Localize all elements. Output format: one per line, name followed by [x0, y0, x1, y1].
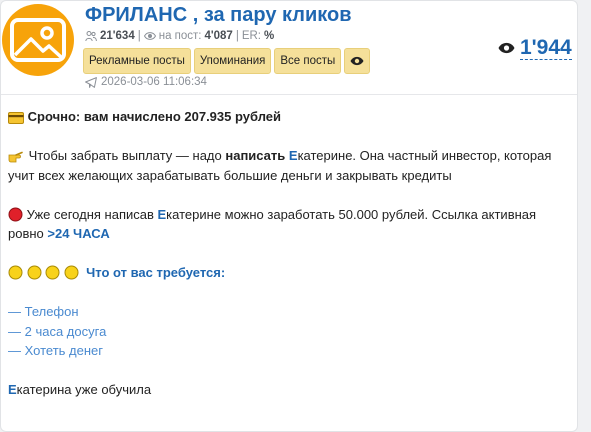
post-date: 2026-03-06 11:06:34 [85, 76, 207, 88]
red-circle-emoji [8, 207, 23, 221]
mentions-button[interactable]: Упоминания [193, 48, 272, 74]
post-views-count[interactable]: 1'944 [520, 36, 572, 60]
post-card: ФРИЛАНС , за пару кликов 21'634 | на пос… [0, 0, 578, 432]
channel-avatar[interactable] [2, 4, 74, 76]
channel-title[interactable]: ФРИЛАНС , за пару кликов [85, 4, 352, 27]
pointing-hand-emoji [8, 151, 23, 163]
divider [1, 94, 577, 95]
eye-icon [498, 42, 515, 54]
eye-icon [350, 56, 364, 66]
subscribers-count: 21'634 [100, 30, 135, 42]
yellow-circle-emoji [64, 265, 79, 280]
post-text: Срочно: вам начислено 207.935 рублей Что… [8, 107, 560, 400]
views-filter-button[interactable] [344, 48, 371, 74]
ads-posts-button[interactable]: Рекламные посты [83, 48, 191, 74]
post-date-text: 2026-03-06 11:06:34 [101, 76, 207, 88]
yellow-circle-emoji [27, 265, 42, 280]
deadline-highlight: >24 ЧАСА [47, 226, 110, 241]
post-filter-buttons: Рекламные посты Упоминания Все посты [83, 48, 371, 74]
post-paragraph-3: Уже сегодня написав Екатерине можно зара… [8, 206, 537, 242]
all-posts-button[interactable]: Все посты [274, 48, 342, 74]
list-item[interactable]: — 2 часа досуга [8, 322, 560, 342]
yellow-circle-emoji [8, 265, 23, 280]
channel-stats: 21'634 | на пост: 4'087 | ER: % [85, 30, 274, 42]
list-item[interactable]: — Телефон [8, 302, 560, 322]
mountain-sun-icon [10, 18, 66, 62]
requirements-heading: Что от вас требуется: [86, 265, 226, 280]
post-paragraph-2: Чтобы забрать выплату — надо написать Ек… [8, 148, 552, 183]
people-icon [85, 31, 97, 42]
list-item[interactable]: — Хотеть денег [8, 341, 560, 361]
per-post-count: 4'087 [204, 30, 233, 42]
post-paragraph-4: Что от вас требуется: [8, 263, 560, 283]
credit-card-emoji [8, 112, 24, 124]
per-post-label: на пост: [158, 30, 202, 42]
post-headline: Срочно: вам начислено 207.935 рублей [27, 109, 281, 124]
post-paragraph-5: Екатерина уже обучила [8, 382, 152, 397]
eye-icon [143, 32, 156, 40]
post-views[interactable]: 1'944 [498, 36, 572, 60]
yellow-circle-emoji [45, 265, 60, 280]
er-label: ER: [241, 30, 261, 42]
post-paragraph-1: Срочно: вам начислено 207.935 рублей [8, 107, 560, 127]
er-value: % [264, 30, 275, 42]
telegram-plane-icon [85, 76, 97, 88]
